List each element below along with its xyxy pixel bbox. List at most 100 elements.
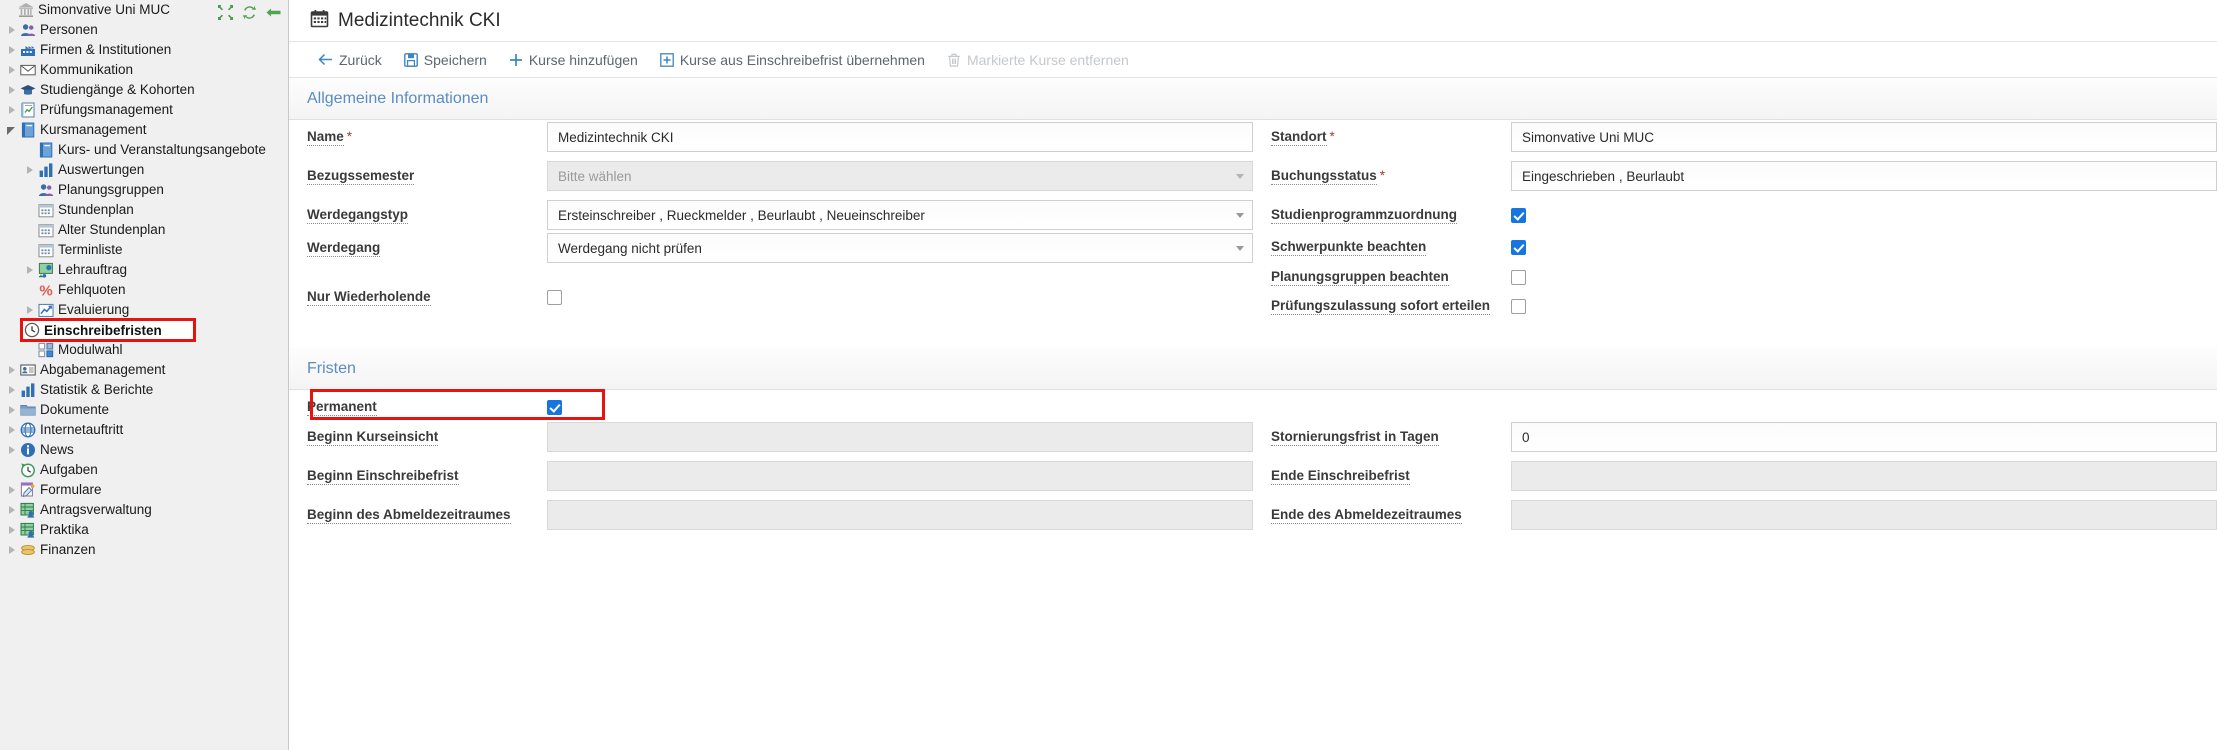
- sidebar-item-kurs-und-veranstaltungsangebote[interactable]: Kurs- und Veranstaltungsangebote: [0, 140, 288, 160]
- sidebar-item-label: Aufgaben: [40, 462, 98, 477]
- sidebar-item-modulwahl[interactable]: Modulwahl: [0, 340, 288, 360]
- sidebar-item-alter-stundenplan[interactable]: Alter Stundenplan: [0, 220, 288, 240]
- chevron-right-icon[interactable]: [6, 44, 19, 57]
- form-row-stornierungsfrist-in-tagen: Stornierungsfrist in Tagen 0: [1271, 420, 2217, 459]
- input-stornierungsfrist-in-tagen[interactable]: 0: [1511, 422, 2217, 452]
- chevron-right-icon[interactable]: [6, 104, 19, 117]
- sidebar-item-auswertungen[interactable]: Auswertungen: [0, 160, 288, 180]
- field-label-ende-des-abmeldezeitraumes: Ende des Abmeldezeitraumes: [1271, 498, 1511, 524]
- sidebar-item-finanzen[interactable]: Finanzen: [0, 540, 288, 560]
- chevron-right-icon[interactable]: [6, 444, 19, 457]
- sidebar-item-antragsverwaltung[interactable]: Antragsverwaltung: [0, 500, 288, 520]
- field-label-text: Bezugssemester: [307, 168, 415, 185]
- sidebar-item-personen[interactable]: Personen: [0, 20, 288, 40]
- input-buchungsstatus[interactable]: Eingeschrieben , Beurlaubt: [1511, 161, 2217, 191]
- refresh-icon[interactable]: [241, 4, 258, 21]
- sidebar-item-label: Dokumente: [40, 402, 110, 417]
- chevron-right-icon[interactable]: [6, 384, 19, 397]
- copy-courses-from-deadline-button[interactable]: Kurse aus Einschreibefrist übernehmen: [659, 53, 925, 67]
- add-courses-button[interactable]: Kurse hinzufügen: [509, 53, 638, 67]
- form-row-standort: Standort * Simonvative Uni MUC: [1271, 120, 2217, 159]
- chevron-right-icon[interactable]: [6, 544, 19, 557]
- chevron-right-icon[interactable]: [6, 404, 19, 417]
- sidebar-item-studiengänge-kohorten[interactable]: Studiengänge & Kohorten: [0, 80, 288, 100]
- chevron-right-icon[interactable]: [6, 64, 19, 77]
- chevron-right-icon[interactable]: [6, 364, 19, 377]
- chevron-down-icon[interactable]: [1236, 173, 1244, 179]
- sidebar-item-kommunikation[interactable]: Kommunikation: [0, 60, 288, 80]
- factory-icon: [20, 42, 36, 58]
- sidebar-item-firmen-institutionen[interactable]: Firmen & Institutionen: [0, 40, 288, 60]
- chevron-right-icon[interactable]: [6, 504, 19, 517]
- chevron-right-icon[interactable]: [6, 424, 19, 437]
- select-werdegangstyp[interactable]: Ersteinschreiber , Rueckmelder , Beurlau…: [547, 200, 1253, 230]
- sidebar-item-aufgaben[interactable]: Aufgaben: [0, 460, 288, 480]
- chevron-right-icon[interactable]: [24, 304, 37, 317]
- form-row-blank: [1271, 390, 2217, 420]
- graduation-cap-icon: [20, 82, 36, 98]
- coins-icon: [20, 542, 36, 558]
- checkbox-schwerpunkte-beachten[interactable]: [1511, 240, 1526, 255]
- checkbox-studienprogrammzuordnung[interactable]: [1511, 208, 1526, 223]
- page-header: Medizintechnik CKI: [289, 0, 2217, 42]
- collapse-all-icon[interactable]: [217, 4, 234, 21]
- select-bezugssemester[interactable]: Bitte wählen: [547, 161, 1253, 191]
- form-row-werdegang: Werdegang Werdegang nicht prüfen: [307, 231, 1253, 280]
- sidebar-item-internetauftritt[interactable]: Internetauftritt: [0, 420, 288, 440]
- form-row-beginn-kurseinsicht: Beginn Kurseinsicht: [307, 420, 1253, 459]
- sidebar-item-dokumente[interactable]: Dokumente: [0, 400, 288, 420]
- sidebar-item-stundenplan[interactable]: Stundenplan: [0, 200, 288, 220]
- chevron-down-icon[interactable]: [1236, 245, 1244, 251]
- sidebar-item-planungsgruppen[interactable]: Planungsgruppen: [0, 180, 288, 200]
- form-general: Name * Medizintechnik CKI Bezugssemester Bit…: [289, 120, 2217, 328]
- sidebar-highlighted-item[interactable]: Einschreibefristen: [24, 319, 162, 341]
- sidebar-item-news[interactable]: News: [0, 440, 288, 460]
- save-button[interactable]: Speichern: [403, 53, 487, 67]
- sidebar-item-abgabemanagement[interactable]: Abgabemanagement: [0, 360, 288, 380]
- select-value: Werdegang nicht prüfen: [558, 240, 702, 256]
- field-label-blank: [1271, 390, 1511, 399]
- sidebar-item-prüfungsmanagement[interactable]: Prüfungsmanagement: [0, 100, 288, 120]
- sidebar-item-statistik-berichte[interactable]: Statistik & Berichte: [0, 380, 288, 400]
- sidebar-item-kursmanagement[interactable]: Kursmanagement: [0, 120, 288, 140]
- modules-icon: [38, 342, 54, 358]
- field-label-text: Name: [307, 129, 344, 146]
- field-control-blank: [1511, 390, 2217, 392]
- field-control-ende-einschreibefrist: [1511, 459, 2217, 491]
- chevron-right-icon[interactable]: [24, 164, 37, 177]
- calendar-icon: [38, 242, 54, 258]
- field-control-werdegangstyp: Ersteinschreiber , Rueckmelder , Beurlau…: [547, 198, 1253, 230]
- chevron-right-icon[interactable]: [6, 484, 19, 497]
- input-name[interactable]: Medizintechnik CKI: [547, 122, 1253, 152]
- checkbox-pruefungszulassung-sofort-erteilen[interactable]: [1511, 299, 1526, 314]
- deadlines-right-column: Stornierungsfrist in Tagen 0 Ende Einschre…: [1253, 390, 2217, 537]
- sidebar-item-fehlquoten[interactable]: % Fehlquoten: [0, 280, 288, 300]
- checkbox-planungsgruppen-beachten[interactable]: [1511, 270, 1526, 285]
- back-arrow-icon[interactable]: [265, 4, 282, 21]
- sidebar-item-terminliste[interactable]: Terminliste: [0, 240, 288, 260]
- sidebar-item-label: Abgabemanagement: [40, 362, 166, 377]
- chevron-down-icon[interactable]: [1236, 212, 1244, 218]
- sidebar-item-formulare[interactable]: Formulare: [0, 480, 288, 500]
- field-label-text: Studienprogrammzuordnung: [1271, 207, 1457, 224]
- field-label-text: Nur Wiederholende: [307, 289, 431, 306]
- checkbox-permanent[interactable]: [547, 400, 562, 415]
- chevron-right-icon[interactable]: [6, 84, 19, 97]
- chevron-right-icon[interactable]: [6, 524, 19, 537]
- sidebar-item-praktika[interactable]: Praktika: [0, 520, 288, 540]
- chevron-down-icon[interactable]: [6, 124, 19, 137]
- sidebar-item-lehrauftrag[interactable]: Lehrauftrag: [0, 260, 288, 280]
- sidebar-item-evaluierung[interactable]: Evaluierung: [0, 300, 288, 320]
- select-werdegang[interactable]: Werdegang nicht prüfen: [547, 233, 1253, 263]
- chevron-right-icon[interactable]: [6, 24, 19, 37]
- input-standort[interactable]: Simonvative Uni MUC: [1511, 122, 2217, 152]
- task-clock-icon: [20, 462, 36, 478]
- chevron-right-icon[interactable]: [24, 264, 37, 277]
- clock-icon: [24, 322, 40, 338]
- sidebar-item-label: Formulare: [40, 482, 102, 497]
- info-icon: [20, 442, 36, 458]
- form-row-ende-einschreibefrist: Ende Einschreibefrist: [1271, 459, 2217, 498]
- checkbox-nur-wiederholende[interactable]: [547, 290, 562, 305]
- back-button[interactable]: Zurück: [318, 53, 382, 67]
